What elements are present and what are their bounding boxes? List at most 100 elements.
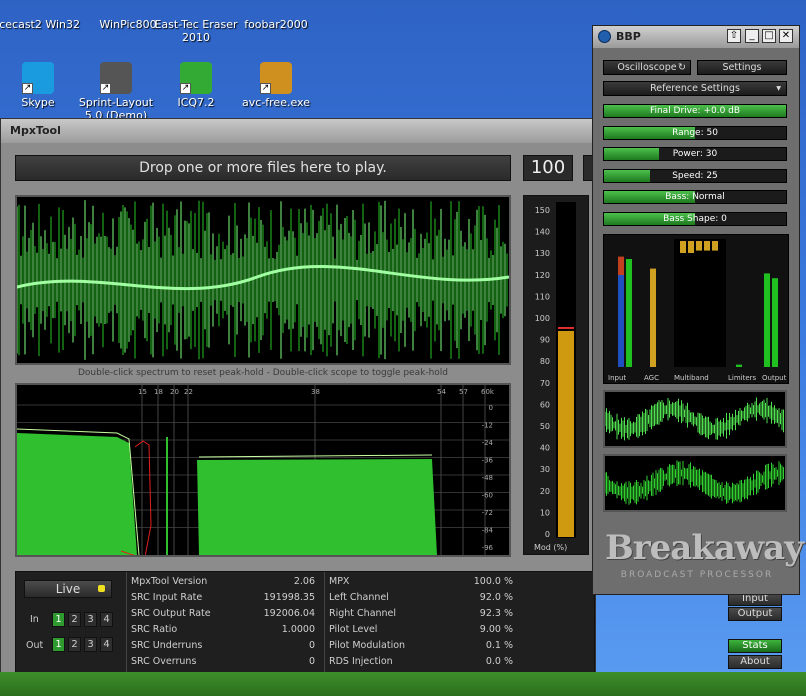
live-button[interactable]: Live xyxy=(24,580,112,598)
stat-value: 9.00 % xyxy=(479,624,513,635)
spectrum-graph: 15 18 20 22 38 54 57 60k 0 -12 -24 -36 -48 -60 -72 -84 -… xyxy=(16,385,509,558)
meter-bar xyxy=(688,241,694,253)
stats-button[interactable]: Stats xyxy=(728,639,782,653)
shortcut-arrow-icon: ↗ xyxy=(100,83,111,94)
stat-value: 0.1 % xyxy=(485,640,513,651)
db-label: -96 xyxy=(482,544,494,552)
meter-bar xyxy=(736,364,742,367)
spec-tick-label: 18 xyxy=(154,388,163,396)
window-title: MpxTool xyxy=(1,119,595,143)
stat-label: SRC Ratio xyxy=(131,624,178,635)
level-meters: Input AGC Multiband Limiters Output xyxy=(603,234,789,384)
stat-label: RDS Injection xyxy=(329,656,393,667)
in-channel-4-button[interactable]: 4 xyxy=(100,612,113,627)
out-channel-4-button[interactable]: 4 xyxy=(100,637,113,652)
app-icon: ↗ xyxy=(22,62,54,94)
modulation-meter: 150 140 130 120 110 100 90 80 70 60 50 40 30 20 10 0 Mod… xyxy=(523,195,589,555)
in-channel-3-button[interactable]: 3 xyxy=(84,612,97,627)
maximize-icon[interactable]: □ xyxy=(762,29,776,43)
chevron-down-icon: ▾ xyxy=(776,83,781,94)
desktop-icon[interactable]: ↗Icecast2 Win32 xyxy=(0,0,84,31)
stat-label: Pilot Modulation xyxy=(329,640,406,651)
out-label: Out xyxy=(26,640,44,651)
slider-fill xyxy=(604,148,659,160)
settings-button[interactable]: Settings xyxy=(697,60,787,75)
mod-tick-label: 30 xyxy=(540,465,550,474)
db-label: 0 xyxy=(489,404,493,412)
out-channel-3-button[interactable]: 3 xyxy=(84,637,97,652)
stat-value: 92.0 % xyxy=(479,592,513,603)
info-col-right: MPX 100.0 % Left Channel 92.0 % Right Channe… xyxy=(324,572,524,676)
db-label: -84 xyxy=(482,527,494,535)
app-icon: ↗ xyxy=(260,62,292,94)
slider-label: Speed: 25 xyxy=(672,170,718,181)
desktop-icon[interactable]: ↗East-Tec Eraser 2010 xyxy=(150,0,242,44)
in-channel-1-button[interactable]: 1 xyxy=(52,612,65,627)
out-channel-1-button[interactable]: 1 xyxy=(52,637,65,652)
bbp-slider[interactable]: Range: 50 xyxy=(603,125,787,140)
stat-label: Left Channel xyxy=(329,592,389,603)
output-button[interactable]: Output xyxy=(728,607,782,621)
mod-tick-label: 40 xyxy=(540,444,550,453)
mod-tick-label: 150 xyxy=(535,206,550,215)
meter-bar xyxy=(618,275,624,367)
stat-label: SRC Overruns xyxy=(131,656,197,667)
out-channel-2-button[interactable]: 2 xyxy=(68,637,81,652)
mod-label: Mod (%) xyxy=(534,543,567,552)
desktop-icon[interactable]: ↗foobar2000 xyxy=(230,0,322,31)
pin-icon[interactable]: ⇧ xyxy=(727,29,741,43)
stat-value: 100.0 % xyxy=(473,576,513,587)
meter-bar xyxy=(712,241,718,251)
slider-label: Bass Shape: 0 xyxy=(663,213,727,224)
hint-text: Double-click spectrum to reset peak-hold… xyxy=(78,368,448,378)
slider-label: Final Drive: +0.0 dB xyxy=(649,106,741,116)
bbp-slider[interactable]: Speed: 25 xyxy=(603,168,787,183)
stat-value: 191998.35 xyxy=(263,592,315,603)
desktop-icon-label: WinPic800 xyxy=(99,18,157,31)
in-channel-2-button[interactable]: 2 xyxy=(68,612,81,627)
bbp-slider[interactable]: Final Drive: +0.0 dB xyxy=(603,104,787,118)
desktop-grass xyxy=(0,672,806,696)
mpxtool-window: MpxTool Drop one or more files here to p… xyxy=(0,118,727,692)
desktop-icon-label: Icecast2 Win32 xyxy=(0,18,81,31)
bbp-slider[interactable]: Bass Shape: 0 xyxy=(603,211,787,226)
shortcut-arrow-icon: ↗ xyxy=(180,83,191,94)
oscilloscope-button[interactable]: Oscilloscope ↻ xyxy=(603,60,691,75)
multiband-meter xyxy=(674,239,726,367)
slider-label: Range: 50 xyxy=(672,127,718,138)
spec-tick-label: 38 xyxy=(311,388,320,396)
desktop-icon[interactable]: ↗ Sprint-Layout 5.0 (Demo) xyxy=(70,62,162,122)
bbp-slider[interactable]: Bass: Normal xyxy=(603,190,787,204)
stat-value: 0 xyxy=(308,656,315,667)
preset-select[interactable]: Reference Settings ▾ xyxy=(603,81,787,96)
drop-zone[interactable]: Drop one or more files here to play. xyxy=(15,155,511,181)
desktop-icon[interactable]: ↗ avc-free.exe xyxy=(230,62,322,109)
stat-label: MpxTool Version xyxy=(131,576,208,587)
bbp-slider[interactable]: Power: 30 xyxy=(603,147,787,161)
stat-value: 92.3 % xyxy=(479,608,513,619)
mod-tick-label: 120 xyxy=(535,271,550,280)
meter-bar xyxy=(764,273,770,367)
spec-tick-label: 20 xyxy=(170,388,179,396)
spec-tick-label: 15 xyxy=(138,388,147,396)
mod-tick-label: 140 xyxy=(535,228,550,237)
meter-label: AGC xyxy=(644,374,659,382)
desktop-icon[interactable]: ↗ ICQ7.2 xyxy=(150,62,242,109)
brand-subtitle: BROADCAST PROCESSOR xyxy=(620,570,774,580)
oscilloscope-display[interactable] xyxy=(15,195,511,365)
db-label: -60 xyxy=(482,492,493,500)
close-icon[interactable]: ✕ xyxy=(779,29,793,43)
mod-tick-label: 90 xyxy=(540,336,550,345)
meter-bar xyxy=(650,268,656,367)
stat-label: SRC Input Rate xyxy=(131,592,203,603)
about-button[interactable]: About xyxy=(728,655,782,669)
mod-fill xyxy=(558,330,574,537)
spectrum-display[interactable]: 15 18 20 22 38 54 57 60k 0 -12 -24 -36 -48 -60 -72 -84 -… xyxy=(15,383,511,558)
spec-tick-label: 22 xyxy=(184,388,193,396)
mod-tick-label: 10 xyxy=(540,508,550,517)
app-icon: ↗ xyxy=(100,62,132,94)
minimize-icon[interactable]: _ xyxy=(745,29,759,43)
volume-display[interactable]: 100 xyxy=(523,155,573,181)
meter-label: Output xyxy=(762,374,787,382)
bbp-title: BBP xyxy=(616,30,641,43)
